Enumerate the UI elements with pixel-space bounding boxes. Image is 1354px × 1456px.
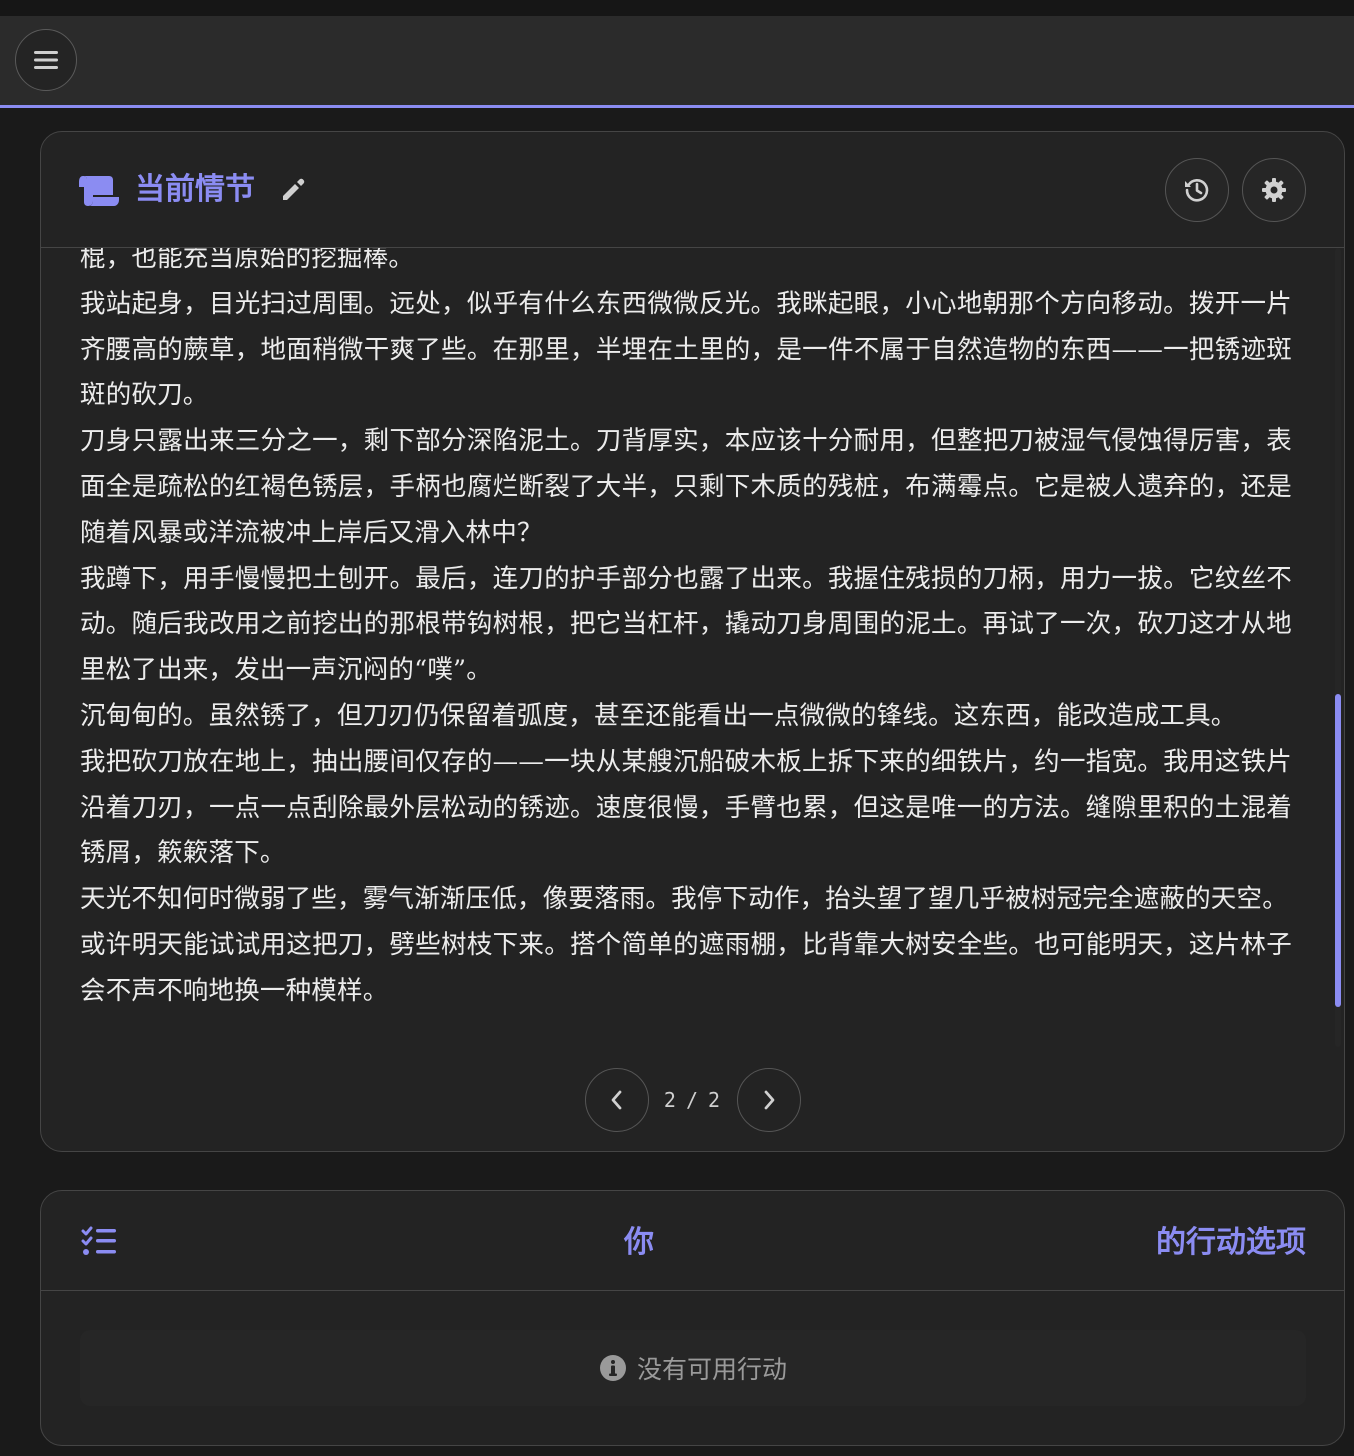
page-indicator: 2 / 2 <box>649 1068 737 1132</box>
total-pages: 2 <box>708 1088 723 1112</box>
actions-title-part1: 你 <box>624 1225 654 1260</box>
history-button[interactable] <box>1165 158 1229 222</box>
list-check-icon <box>81 1226 116 1255</box>
empty-actions-message: 没有可用行动 <box>80 1330 1306 1406</box>
story-paragraph: 棍，也能充当原始的挖掘棒。 <box>80 248 415 273</box>
history-icon <box>1185 178 1209 202</box>
story-header: 当前情节 <box>41 132 1344 248</box>
empty-actions-text: 没有可用行动 <box>636 1355 787 1384</box>
gear-icon <box>1262 178 1286 202</box>
story-paragraph: 天光不知何时微弱了些，雾气渐渐压低，像要落雨。我停下动作，抬头望了望几乎被树冠完… <box>80 884 1288 915</box>
next-page-button[interactable] <box>737 1068 801 1132</box>
current-story-card: 当前情节 棍，也能充当原始的挖掘棒。 我站起身，目光扫过周围。远处，似乎有什么东… <box>40 131 1345 1152</box>
story-paragraph: 沉甸甸的。虽然锈了，但刀刃仍保留着弧度，甚至还能看出一点微微的锋线。这东西，能改… <box>80 700 1237 731</box>
pagination: 2 / 2 <box>41 1068 1344 1134</box>
top-bar <box>0 16 1354 108</box>
window-top-strip <box>0 0 1354 16</box>
info-icon <box>599 1355 626 1381</box>
story-paragraph: 我蹲下，用手慢慢把土刨开。最后，连刀的护手部分也露了出来。我握住残损的刀柄，用力… <box>80 563 1292 686</box>
actions-card: 你 的行动选项 没有可用行动 <box>40 1190 1345 1446</box>
settings-button[interactable] <box>1242 158 1306 222</box>
actions-title-part2: 的行动选项 <box>1156 1225 1306 1260</box>
story-paragraph: 我站起身，目光扫过周围。远处，似乎有什么东西微微反光。我眯起眼，小心地朝那个方向… <box>80 288 1292 411</box>
scrollbar-thumb[interactable] <box>1335 694 1341 1007</box>
pencil-icon[interactable] <box>279 176 307 204</box>
chevron-right-icon <box>764 1090 775 1110</box>
story-text-area[interactable]: 棍，也能充当原始的挖掘棒。 我站起身，目光扫过周围。远处，似乎有什么东西微微反光… <box>41 248 1344 1047</box>
menu-button[interactable] <box>15 29 77 91</box>
previous-page-button[interactable] <box>585 1068 649 1132</box>
page-separator: / <box>685 1088 701 1112</box>
chevron-left-icon <box>611 1090 622 1110</box>
story-paragraph: 或许明天能试试用这把刀，劈些树枝下来。搭个简单的遮雨棚，比背靠大树安全些。也可能… <box>80 929 1292 1006</box>
story-title: 当前情节 <box>135 172 255 207</box>
actions-header: 你 的行动选项 <box>41 1191 1344 1291</box>
menu-icon <box>34 51 58 69</box>
story-paragraph: 我把砍刀放在地上，抽出腰间仅存的——一块从某艘沉船破木板上拆下来的细铁片，约一指… <box>80 746 1292 869</box>
story-text: 棍，也能充当原始的挖掘棒。 我站起身，目光扫过周围。远处，似乎有什么东西微微反光… <box>80 248 1292 1015</box>
current-page: 2 <box>663 1088 678 1112</box>
scroll-icon <box>79 176 119 206</box>
story-paragraph: 刀身只露出来三分之一，剩下部分深陷泥土。刀背厚实，本应该十分耐用，但整把刀被湿气… <box>80 426 1292 548</box>
